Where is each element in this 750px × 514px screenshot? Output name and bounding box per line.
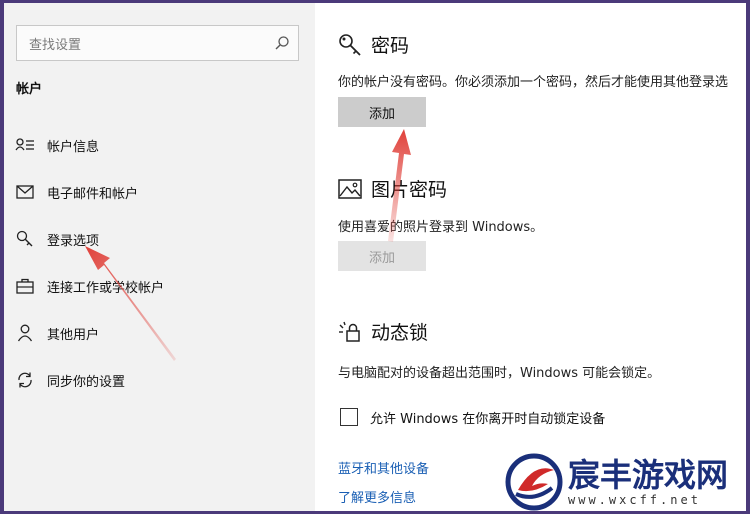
sidebar-item-other-users[interactable]: 其他用户: [14, 317, 304, 349]
account-info-icon: [14, 136, 36, 154]
sidebar-item-label: 其他用户: [47, 327, 100, 343]
picture-password-heading: 图片密码: [338, 175, 447, 202]
sidebar-item-label: 登录选项: [47, 233, 100, 249]
key-icon: [338, 33, 364, 57]
password-title: 密码: [371, 35, 410, 57]
sidebar-item-label: 连接工作或学校帐户: [47, 280, 165, 296]
settings-window: 查找设置 帐户 帐户信息 电子邮件和帐户 登录选项 连接工作或学校帐户 其他用户…: [4, 3, 746, 511]
sidebar: 查找设置 帐户 帐户信息 电子邮件和帐户 登录选项 连接工作或学校帐户 其他用户…: [4, 3, 315, 511]
dynamic-lock-title: 动态锁: [371, 322, 429, 344]
sidebar-item-label: 同步你的设置: [47, 374, 126, 390]
auto-lock-checkbox[interactable]: [340, 408, 358, 426]
section-title: 帐户: [16, 82, 43, 97]
dynamic-lock-icon: [338, 320, 364, 344]
sidebar-item-label: 帐户信息: [47, 139, 100, 155]
bluetooth-devices-link[interactable]: 蓝牙和其他设备: [338, 458, 429, 477]
sidebar-item-sign-in-options[interactable]: 登录选项: [14, 223, 304, 255]
person-icon: [14, 324, 36, 342]
search-icon[interactable]: [274, 35, 290, 51]
main-content: 密码 你的帐户没有密码。你必须添加一个密码，然后才能使用其他登录选 添加 图片密…: [315, 3, 746, 511]
watermark: 宸丰游戏网 www.wxcff.net: [500, 450, 746, 511]
password-desc: 你的帐户没有密码。你必须添加一个密码，然后才能使用其他登录选: [338, 75, 729, 90]
add-password-button[interactable]: 添加: [338, 97, 426, 127]
watermark-logo: [505, 453, 563, 511]
sidebar-item-label: 电子邮件和帐户: [47, 186, 139, 202]
learn-more-link[interactable]: 了解更多信息: [338, 487, 416, 506]
mail-icon: [14, 183, 36, 201]
watermark-url: www.wxcff.net: [568, 493, 701, 507]
auto-lock-label: 允许 Windows 在你离开时自动锁定设备: [370, 412, 606, 427]
password-heading: 密码: [338, 31, 409, 58]
dynamic-lock-desc: 与电脑配对的设备超出范围时，Windows 可能会锁定。: [338, 366, 661, 381]
search-input[interactable]: 查找设置: [16, 25, 299, 61]
picture-password-title: 图片密码: [371, 179, 448, 201]
sidebar-item-account-info[interactable]: 帐户信息: [14, 129, 304, 161]
key-icon: [14, 230, 36, 248]
watermark-title: 宸丰游戏网: [568, 456, 729, 494]
picture-password-desc: 使用喜爱的照片登录到 Windows。: [338, 220, 544, 235]
sync-icon: [14, 371, 36, 389]
add-picture-password-button[interactable]: 添加: [338, 241, 426, 271]
picture-icon: [338, 177, 364, 201]
search-placeholder: 查找设置: [29, 38, 82, 53]
dynamic-lock-heading: 动态锁: [338, 318, 428, 345]
briefcase-icon: [14, 277, 36, 295]
sidebar-item-email[interactable]: 电子邮件和帐户: [14, 176, 304, 208]
sidebar-item-sync[interactable]: 同步你的设置: [14, 364, 304, 396]
sidebar-item-work-school[interactable]: 连接工作或学校帐户: [14, 270, 304, 302]
